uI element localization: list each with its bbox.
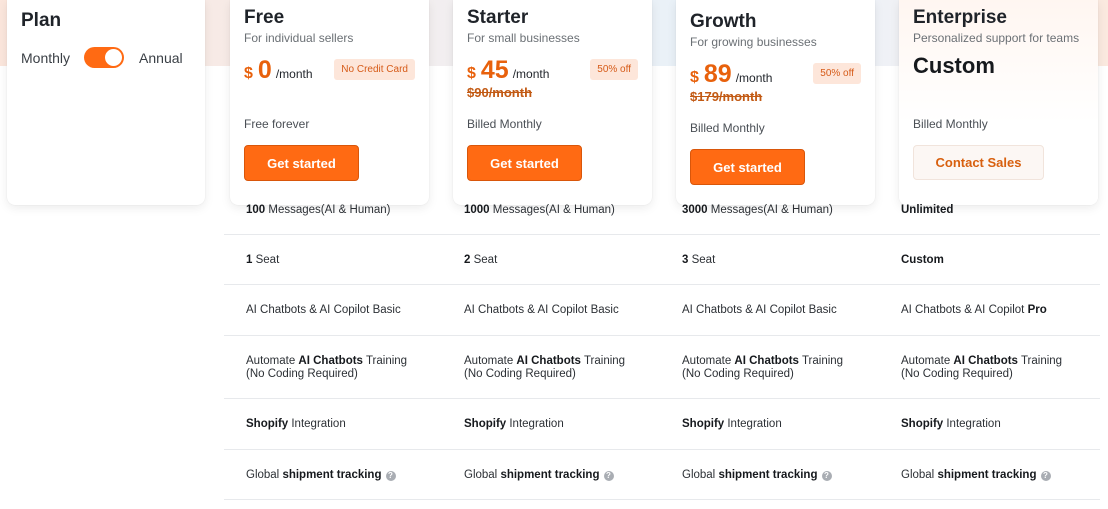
pricing-card-free: Free For individual sellers $ 0 /month N… xyxy=(230,0,429,205)
table-row-messages: 100 Messages(AI & Human) 1000 Messages(A… xyxy=(224,204,1100,235)
feature-cell: 1 Seat xyxy=(246,254,280,266)
annual-label[interactable]: Annual xyxy=(139,50,183,66)
pricing-card-starter: Starter For small businesses $ 45 /month… xyxy=(453,0,652,205)
toggle-knob xyxy=(105,49,123,66)
table-row-training: Automate AI Chatbots Training (No Coding … xyxy=(224,336,1100,399)
price: $ 0 /month xyxy=(244,56,313,85)
currency-symbol: $ xyxy=(244,65,253,82)
billing-note: Billed Monthly xyxy=(690,121,765,135)
feature-cell: Unlimited xyxy=(901,204,954,216)
price-period: /month xyxy=(512,67,550,81)
feature-cell: 2 Seat xyxy=(464,254,498,266)
feature-cell: Automate AI Chatbots Training (No Coding … xyxy=(901,355,1063,380)
tier-name: Growth xyxy=(690,11,757,32)
get-started-button[interactable]: Get started xyxy=(467,145,582,181)
billing-note: Billed Monthly xyxy=(467,117,542,131)
plan-toggle-card: Plan Monthly Annual xyxy=(7,0,205,205)
help-icon[interactable]: ? xyxy=(385,471,396,481)
feature-cell: Global shipment tracking? xyxy=(682,469,832,482)
original-price: $90/month xyxy=(467,85,533,100)
monthly-label[interactable]: Monthly xyxy=(21,50,70,66)
feature-cell: Shopify Integration xyxy=(901,418,1001,430)
original-price: $179/month xyxy=(690,89,763,104)
pricing-card-enterprise: Enterprise Personalized support for team… xyxy=(899,0,1098,205)
get-started-button[interactable]: Get started xyxy=(690,149,805,185)
no-credit-card-badge: No Credit Card xyxy=(334,59,415,80)
feature-cell: Automate AI Chatbots Training (No Coding … xyxy=(246,355,408,380)
feature-cell: AI Chatbots & AI Copilot Basic xyxy=(682,304,837,316)
billing-note: Free forever xyxy=(244,117,310,131)
tier-description: For growing businesses xyxy=(690,35,817,49)
tier-name: Starter xyxy=(467,7,529,28)
feature-cell: 3000 Messages(AI & Human) xyxy=(682,204,833,216)
custom-price-label: Custom xyxy=(913,53,995,78)
feature-cell: Global shipment tracking? xyxy=(901,469,1051,482)
feature-cell: Shopify Integration xyxy=(246,418,346,430)
price-period: /month xyxy=(735,71,773,85)
pricing-card-growth: Growth For growing businesses $ 89 /mont… xyxy=(676,0,875,205)
tier-name: Enterprise xyxy=(913,7,1007,28)
help-icon[interactable]: ? xyxy=(1040,471,1051,481)
billing-toggle-row: Monthly Annual xyxy=(21,47,183,68)
feature-cell: Shopify Integration xyxy=(464,418,564,430)
currency-symbol: $ xyxy=(467,65,476,82)
tier-name: Free xyxy=(244,7,285,28)
price: $ 45 /month xyxy=(467,56,549,85)
table-row-shopify: Shopify Integration Shopify Integration … xyxy=(224,399,1100,450)
price-amount: 0 xyxy=(257,56,272,84)
help-icon[interactable]: ? xyxy=(603,471,614,481)
feature-comparison-table: 100 Messages(AI & Human) 1000 Messages(A… xyxy=(224,204,1100,500)
feature-cell: AI Chatbots & AI Copilot Basic xyxy=(464,304,619,316)
feature-cell: AI Chatbots & AI Copilot Pro xyxy=(901,304,1047,316)
price-period: /month xyxy=(275,67,313,81)
discount-badge: 50% off xyxy=(590,59,638,80)
feature-cell: Custom xyxy=(901,254,944,266)
feature-cell: Global shipment tracking? xyxy=(464,469,614,482)
contact-sales-button[interactable]: Contact Sales xyxy=(913,145,1044,180)
tier-description: For individual sellers xyxy=(244,31,354,45)
feature-cell: Global shipment tracking? xyxy=(246,469,396,482)
billing-note: Billed Monthly xyxy=(913,117,988,131)
feature-cell: Automate AI Chatbots Training (No Coding … xyxy=(464,355,626,380)
feature-cell: 100 Messages(AI & Human) xyxy=(246,204,391,216)
feature-cell: Shopify Integration xyxy=(682,418,782,430)
price-amount: 89 xyxy=(703,60,732,88)
feature-cell: 3 Seat xyxy=(682,254,716,266)
discount-badge: 50% off xyxy=(813,63,861,84)
feature-cell: Automate AI Chatbots Training (No Coding … xyxy=(682,355,844,380)
billing-period-toggle[interactable] xyxy=(84,47,125,68)
tier-description: Personalized support for teams xyxy=(913,31,1080,45)
help-icon[interactable]: ? xyxy=(821,471,832,481)
feature-cell: AI Chatbots & AI Copilot Basic xyxy=(246,304,401,316)
currency-symbol: $ xyxy=(690,69,699,86)
price-amount: 45 xyxy=(480,56,509,84)
feature-cell: 1000 Messages(AI & Human) xyxy=(464,204,615,216)
table-row-tracking: Global shipment tracking? Global shipmen… xyxy=(224,450,1100,500)
table-row-chatbots: AI Chatbots & AI Copilot Basic AI Chatbo… xyxy=(224,285,1100,336)
table-row-seats: 1 Seat 2 Seat 3 Seat Custom xyxy=(224,235,1100,285)
get-started-button[interactable]: Get started xyxy=(244,145,359,181)
tier-description: For small businesses xyxy=(467,31,580,45)
price: $ 89 /month xyxy=(690,60,772,89)
plan-title: Plan xyxy=(21,10,62,31)
